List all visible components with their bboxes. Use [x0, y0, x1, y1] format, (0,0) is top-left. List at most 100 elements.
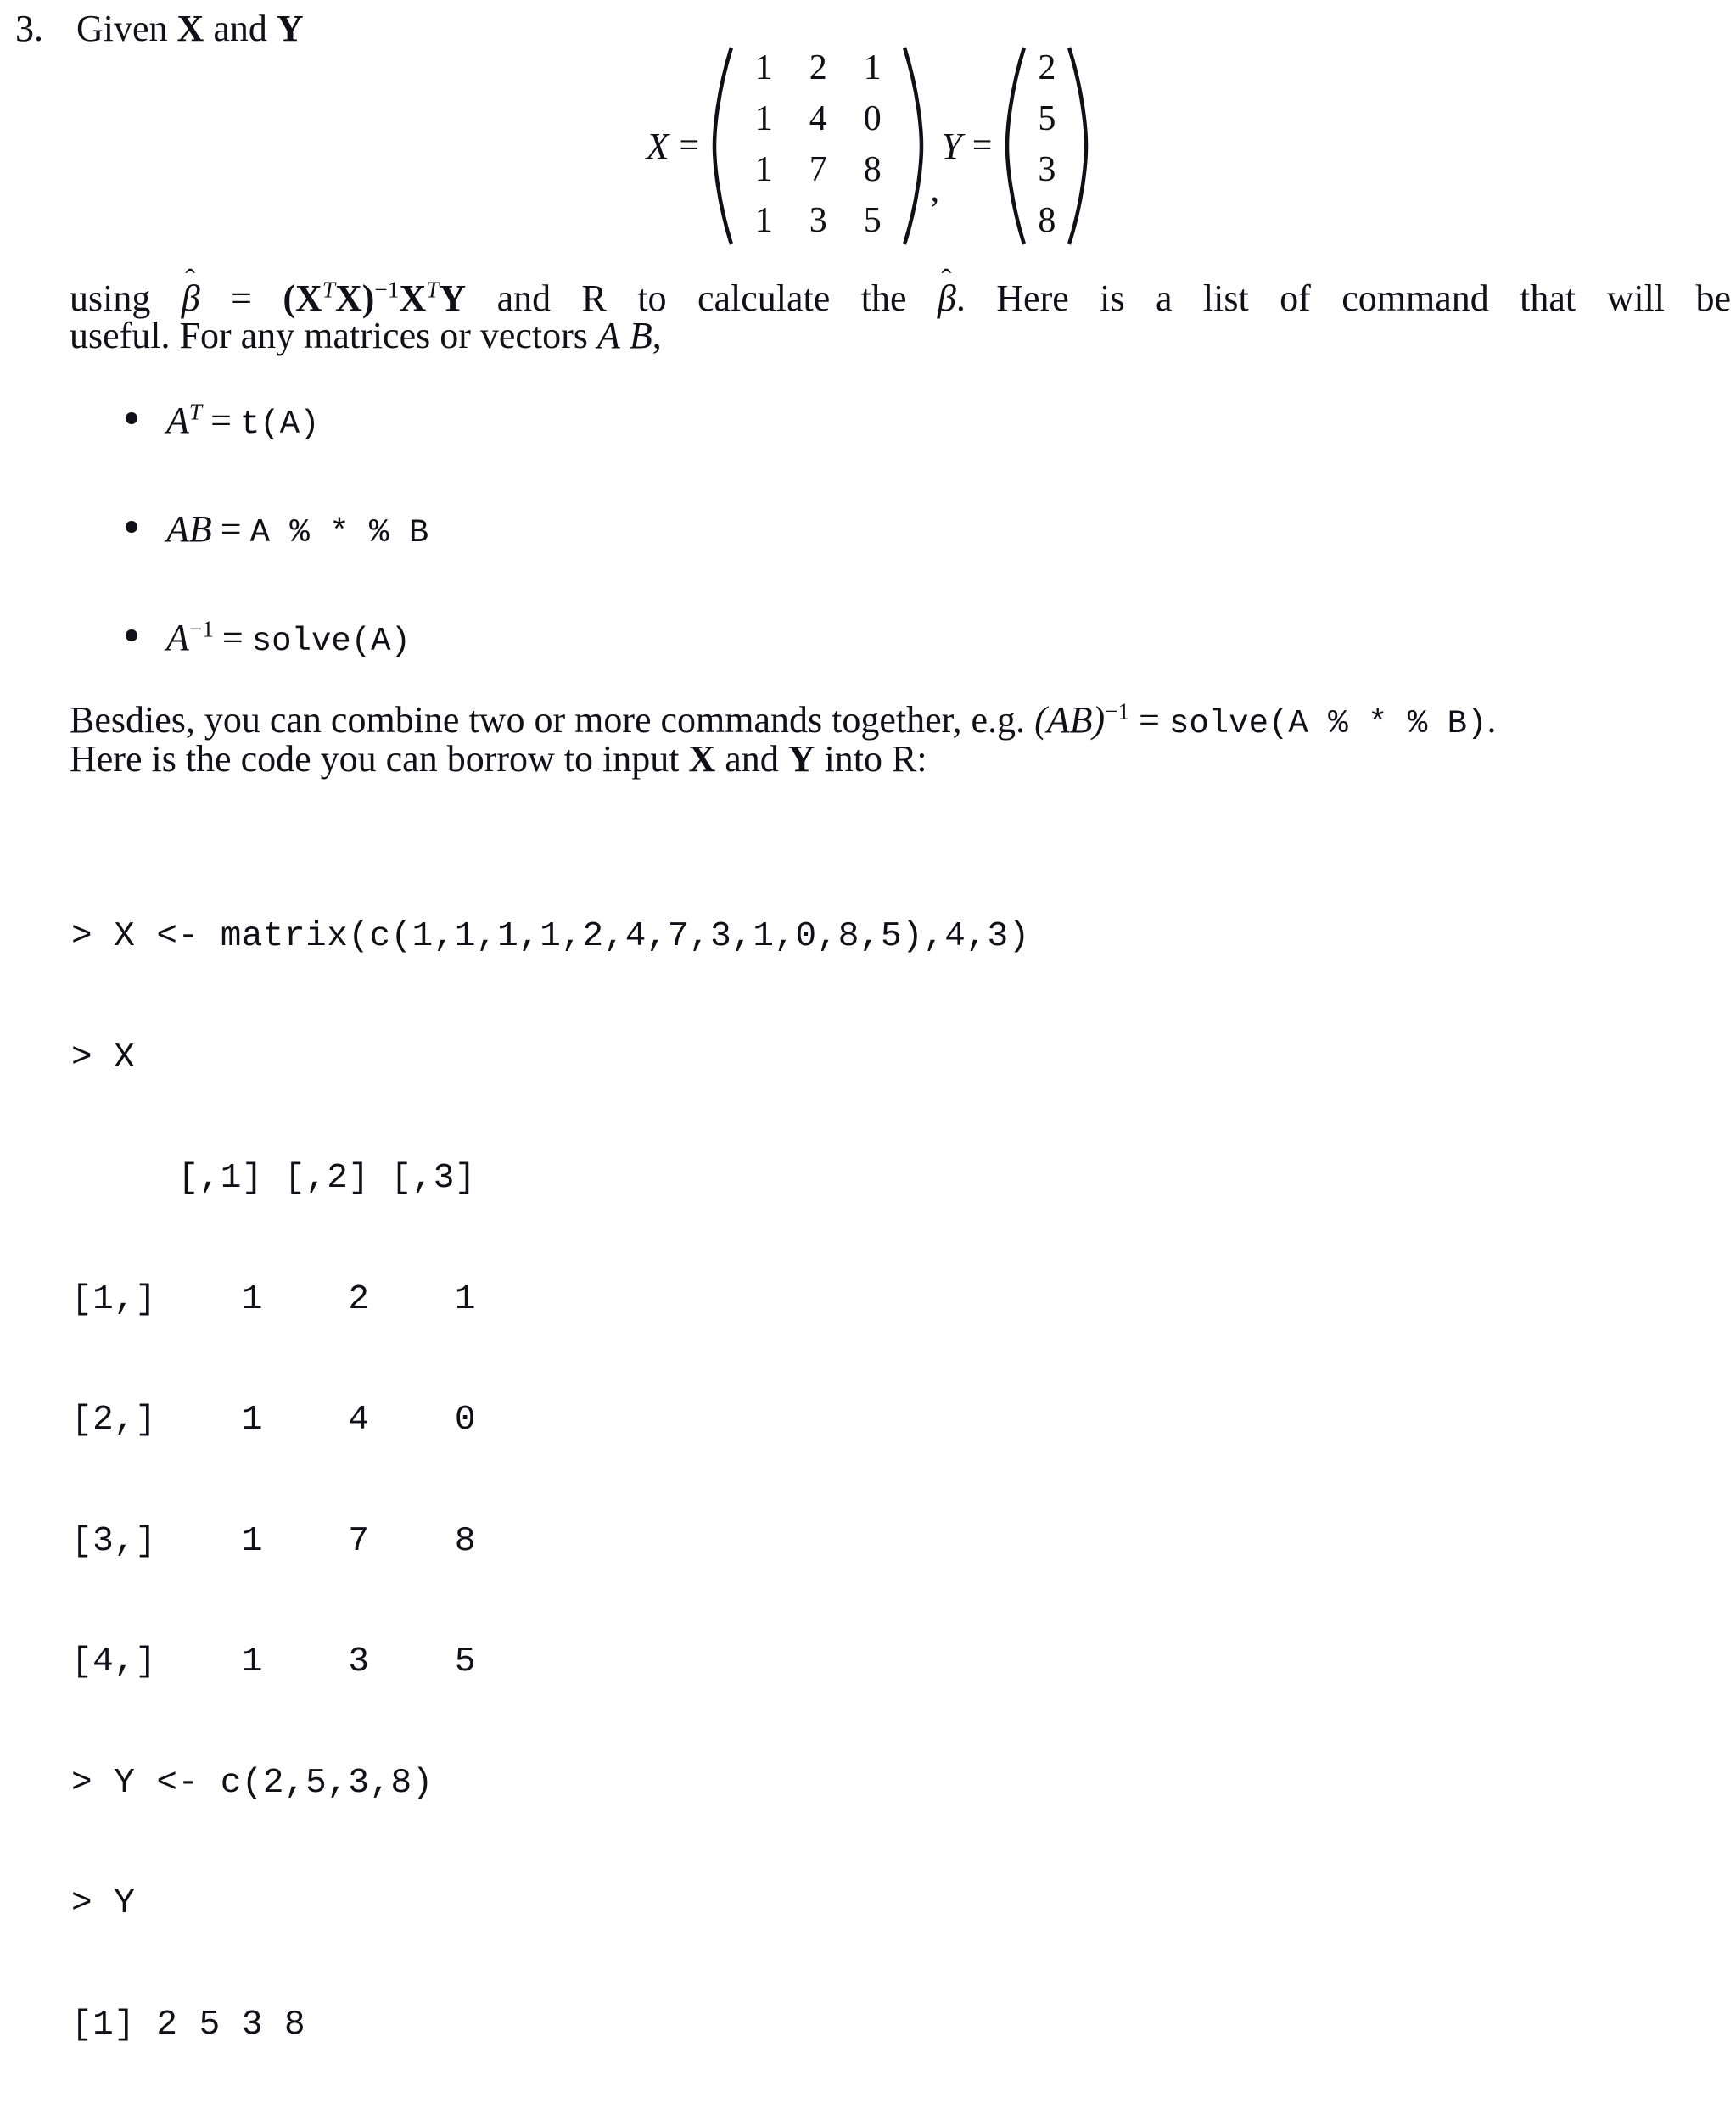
text-and: and: [715, 738, 788, 780]
vector-row: 5: [1029, 95, 1064, 146]
code-line: [1] 2 5 3 8: [71, 2005, 306, 2045]
r-command: t(A): [239, 406, 320, 443]
stem-symbol-y: Y: [276, 8, 304, 49]
math-exponent: T: [188, 399, 203, 425]
list-item: A−1 = solve(A): [126, 616, 411, 660]
matrix-cell: 5: [863, 201, 882, 240]
formula-y: Y: [439, 277, 467, 319]
text-using: using: [70, 277, 182, 319]
symbol-y: Y: [787, 738, 815, 780]
beta-hat-symbol: ˆβ: [182, 265, 200, 317]
formula-x-second: X: [399, 277, 427, 319]
document-page: 3. Given X and Y X = 1 2 1 1 4 0 1 7 8 1…: [0, 0, 1736, 2045]
paragraph-using-formula: using ˆβ = (XTX)−1XTY and R to calculate…: [70, 265, 1731, 355]
matrix-cell: 4: [809, 99, 827, 138]
equals-sign: =: [1129, 699, 1169, 741]
right-paren-icon: [903, 44, 925, 248]
matrix-cell: 1: [863, 48, 882, 87]
formula-middle: X): [334, 277, 375, 319]
stem-text-and: and: [204, 8, 277, 49]
hat-accent: ˆ: [185, 262, 196, 296]
matrix-cell: 1: [754, 150, 773, 189]
vector-row: 8: [1029, 197, 1064, 248]
math-base: A: [166, 617, 189, 658]
matrix-cell: 0: [863, 99, 882, 138]
code-line: > Y: [71, 1884, 136, 1923]
formula-transpose-2: T: [426, 277, 440, 303]
matrix-cell: 8: [863, 150, 882, 189]
variable-b: B: [629, 315, 652, 356]
math-exponent: −1: [188, 616, 214, 642]
text-here-is-code: Here is the code you can borrow to input: [70, 738, 689, 780]
code-line: [2,] 1 4 0: [71, 1401, 476, 1440]
left-paren-icon: [1004, 44, 1027, 248]
beta-hat-symbol-2: ˆβ: [938, 265, 956, 317]
matrix-cell: 2: [809, 48, 827, 87]
vector-row: 2: [1029, 44, 1064, 95]
paragraph-besides: Besdies, you can combine two or more com…: [70, 699, 1729, 778]
matrix-cell: 1: [754, 201, 773, 240]
paragraph-line: using ˆβ = (XTX)−1XTY and R to calculate…: [70, 265, 1731, 319]
text-and-r: and R to calculate the: [466, 277, 938, 319]
matrix-row: 1 7 8: [736, 146, 899, 197]
vector-y-body: 2 5 3 8: [1029, 44, 1064, 248]
matrix-x: 1 2 1 1 4 0 1 7 8 1 3 5: [711, 44, 925, 248]
code-line: [4,] 1 3 5: [71, 1642, 476, 1681]
stem-text-before: Given: [76, 8, 177, 49]
equation-y-label: Y: [941, 125, 962, 167]
text-period: .: [1487, 699, 1497, 741]
matrix-row: 1 4 0: [736, 95, 899, 146]
list-item: AB = A % * % B: [126, 507, 428, 551]
code-line: [1,] 1 2 1: [71, 1279, 476, 1319]
r-command: A % * % B: [249, 514, 429, 551]
code-line: > X <- matrix(c(1,1,1,1,2,4,7,3,1,0,8,5)…: [71, 917, 1030, 956]
vector-y: 2 5 3 8: [1004, 44, 1089, 248]
equals-sign: =: [220, 508, 242, 550]
equation-x-equals: =: [679, 126, 700, 165]
paragraph-line: Here is the code you can borrow to input…: [70, 741, 1729, 778]
hat-accent: ˆ: [941, 262, 952, 296]
equals-sign: =: [199, 277, 283, 319]
math-base: AB: [166, 508, 212, 550]
equation-y: Y = 2 5 3 8: [941, 44, 1089, 248]
matrix-cell: 3: [809, 201, 827, 240]
stem-symbol-x: X: [176, 8, 204, 49]
matrix-row: 1 3 5: [736, 197, 899, 248]
vector-cell: 5: [1038, 99, 1056, 138]
list-item-content: A−1 = solve(A): [166, 616, 411, 660]
equals-sign: =: [221, 617, 244, 658]
matrix-row: 1 2 1: [736, 44, 899, 95]
code-line: [3,] 1 7 8: [71, 1521, 476, 1561]
text-into-r: into R:: [815, 738, 927, 780]
text-line1-end: . Here is a list of command that will be: [955, 277, 1731, 319]
text-line2-end: ,: [652, 315, 662, 356]
list-item-content: AB = A % * % B: [166, 507, 428, 551]
symbol-x: X: [688, 738, 716, 780]
left-paren-icon: [711, 44, 734, 248]
text-useful: useful. For any matrices or vectors: [70, 315, 597, 356]
formula-transpose-1: T: [322, 277, 335, 303]
matrix-cell: 1: [754, 48, 773, 87]
math-inverse-exponent: −1: [1105, 698, 1130, 725]
right-paren-icon: [1067, 44, 1089, 248]
equation-separator-comma: ,: [930, 168, 940, 210]
formula-open: (X: [283, 277, 322, 319]
matrix-cell: 1: [754, 99, 773, 138]
math-base: A: [166, 400, 189, 441]
vector-cell: 3: [1038, 150, 1056, 189]
list-item: AT = t(A): [126, 399, 320, 443]
code-line: [,1] [,2] [,3]: [71, 1159, 476, 1198]
paragraph-line: useful. For any matrices or vectors A B,: [70, 317, 1731, 355]
vector-row: 3: [1029, 146, 1064, 197]
vector-cell: 8: [1038, 201, 1056, 240]
r-command-solve: solve(A % * % B): [1168, 705, 1487, 742]
formula-inverse-exponent: −1: [374, 277, 400, 303]
equation-y-equals: =: [972, 126, 993, 165]
code-line: > X: [71, 1038, 136, 1077]
bullet-dot-icon: [126, 521, 137, 533]
bullet-dot-icon: [126, 412, 137, 424]
text-besides: Besdies, you can combine two or more com…: [70, 699, 1035, 741]
matrix-cell: 7: [809, 150, 827, 189]
r-console-block: > X <- matrix(c(1,1,1,1,2,4,7,3,1,0,8,5)…: [71, 836, 1030, 2126]
equals-sign: =: [210, 400, 232, 441]
